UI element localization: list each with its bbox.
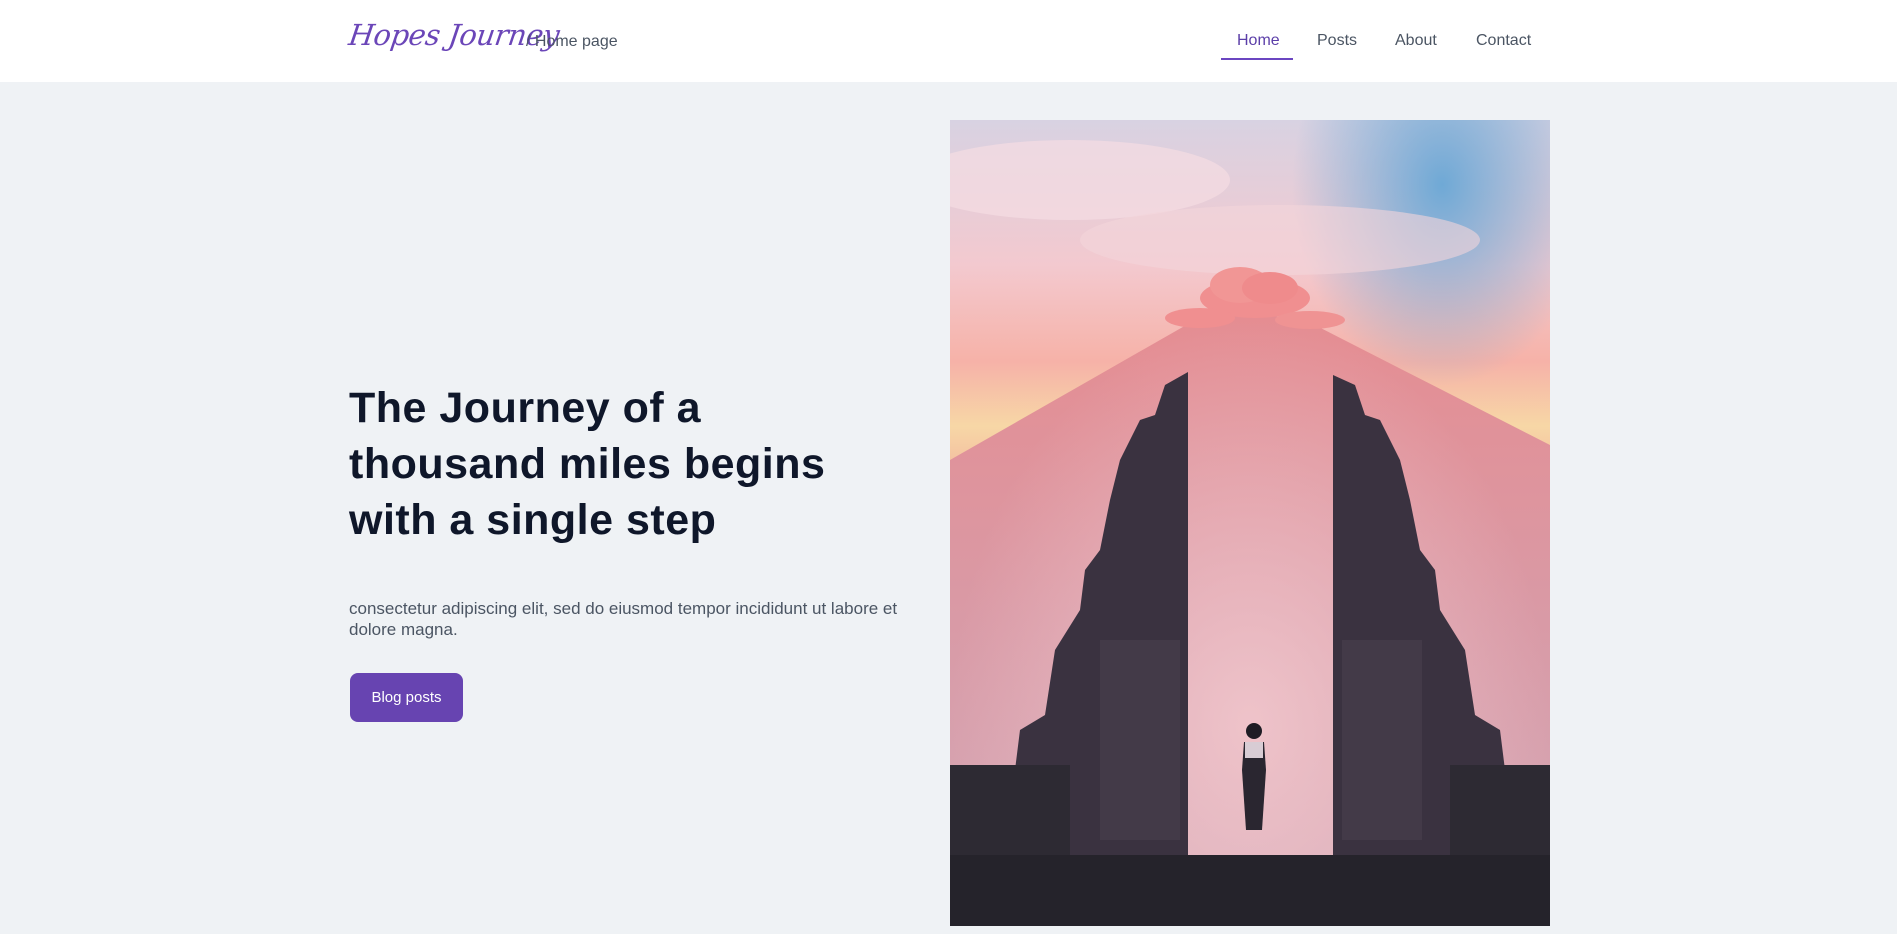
hero-description: consectetur adipiscing elit, sed do eius…: [349, 599, 898, 639]
active-nav-indicator: [1221, 58, 1293, 60]
nav-contact[interactable]: Contact: [1476, 32, 1531, 50]
site-header: Hopes Journey / Home page Home Posts Abo…: [0, 0, 1897, 82]
blog-posts-button[interactable]: Blog posts: [350, 673, 463, 722]
nav-home[interactable]: Home: [1237, 32, 1280, 50]
hero-headline: The Journey of a thousand miles begins w…: [349, 384, 826, 544]
nav-posts[interactable]: Posts: [1317, 32, 1357, 50]
temple-gate-photo: [950, 120, 1550, 926]
hero-image: [950, 120, 1550, 926]
nav-about[interactable]: About: [1395, 32, 1437, 50]
breadcrumb: / Home page: [526, 33, 618, 50]
